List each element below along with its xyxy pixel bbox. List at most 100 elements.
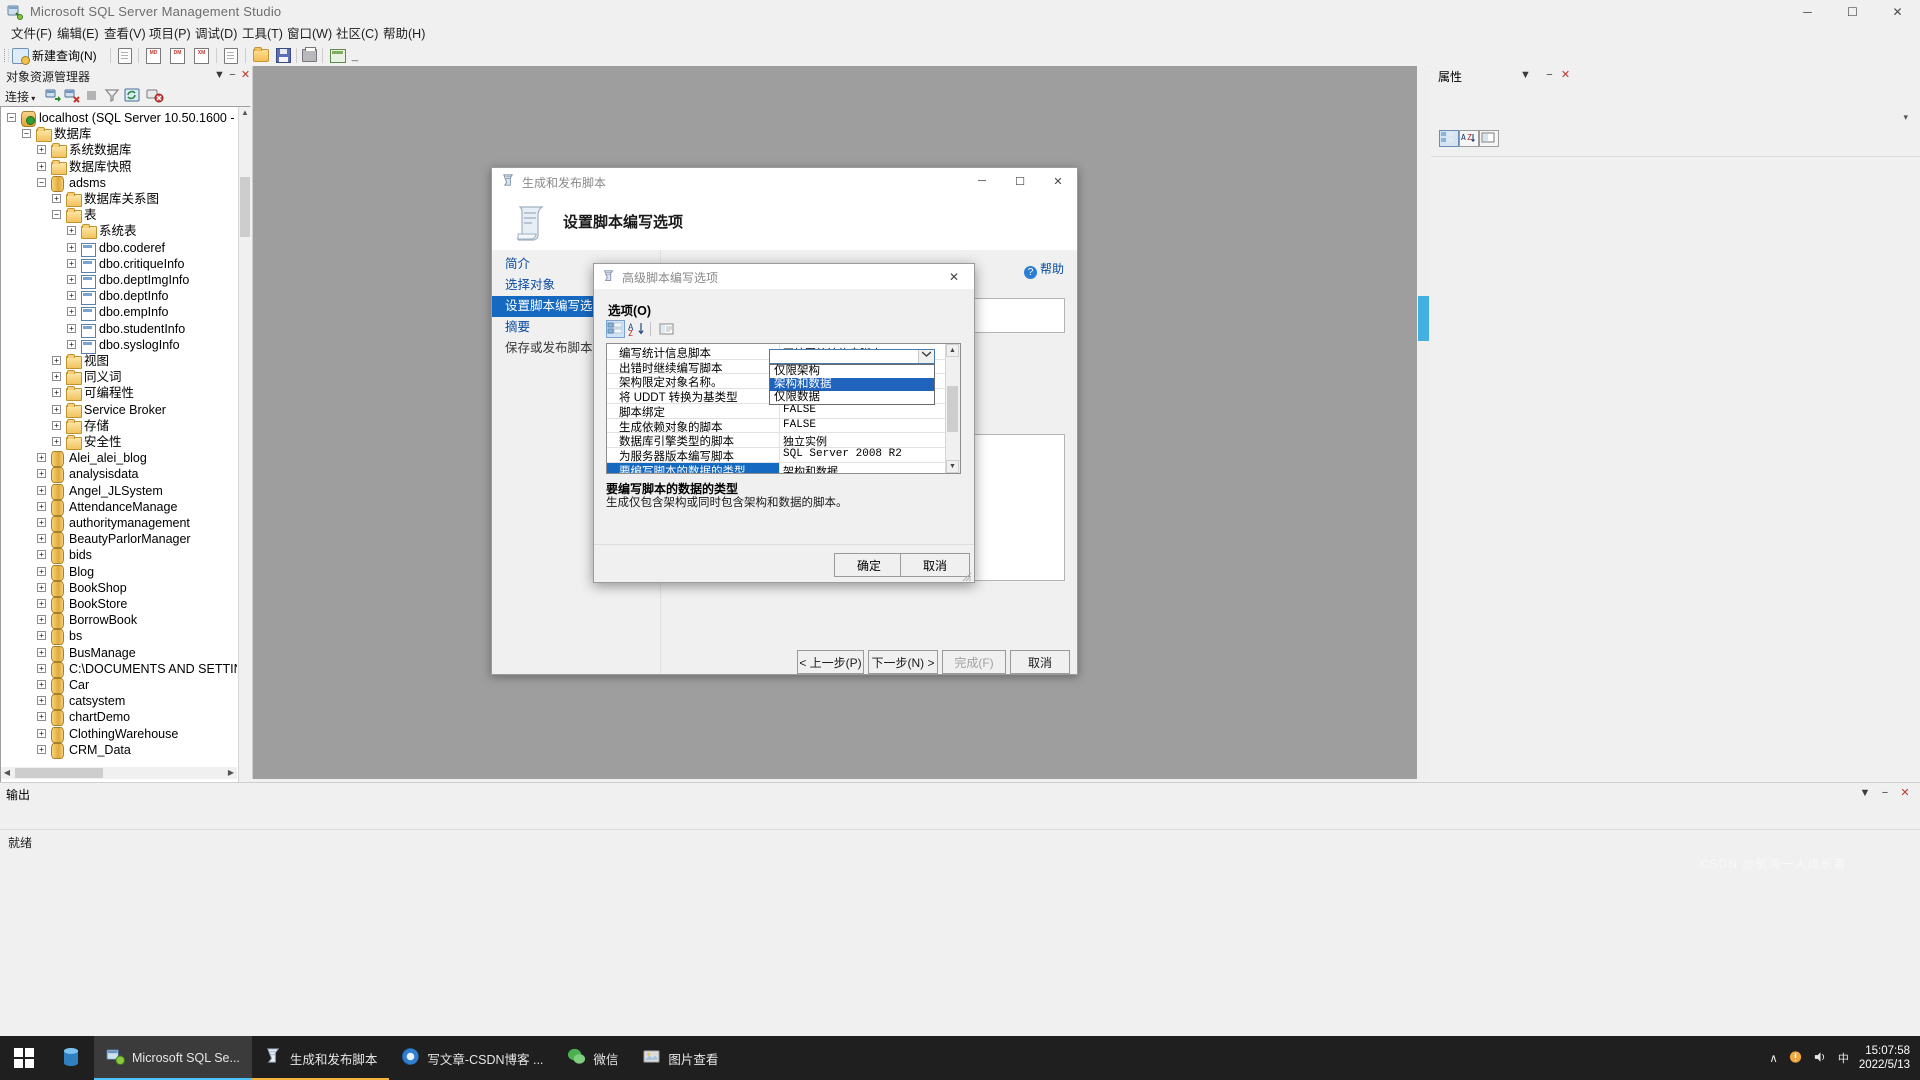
tray-chevron-icon[interactable]: ∧ (1769, 1051, 1777, 1065)
grid-scroll-up-arrow[interactable]: ▲ (946, 344, 959, 357)
tree-expand-icon[interactable]: + (67, 291, 76, 300)
tree-expand-icon[interactable]: + (67, 307, 76, 316)
start-button[interactable] (0, 1036, 48, 1080)
menu-project[interactable]: 项目(P) (146, 24, 194, 44)
oe-vertical-scrollbar[interactable]: ▲ ▼ (238, 107, 251, 821)
menu-tools[interactable]: 工具(T) (239, 24, 286, 44)
properties-close-icon[interactable]: ✕ (1559, 69, 1572, 82)
maximize-button[interactable]: ☐ (1830, 0, 1875, 24)
tree-expand-icon[interactable]: + (37, 453, 46, 462)
menu-view[interactable]: 查看(V) (101, 24, 149, 44)
output-pin-icon[interactable]: − (1878, 787, 1892, 801)
wizard-minimize-button[interactable]: ─ (963, 168, 1001, 194)
object-explorer-dropdown-icon[interactable]: ▼ (213, 69, 226, 82)
menu-window[interactable]: 窗口(W) (284, 24, 335, 44)
tree-collapse-icon[interactable]: − (22, 129, 31, 138)
new-query-button[interactable]: 新建查询(N) (12, 47, 97, 64)
advanced-cancel-button[interactable]: 取消 (900, 553, 970, 577)
wizard-maximize-button[interactable]: ☐ (1001, 168, 1039, 194)
categorized-view-icon[interactable] (606, 320, 625, 338)
open-file-button[interactable] (253, 47, 269, 64)
tree-expand-icon[interactable]: + (37, 729, 46, 738)
advanced-ok-button[interactable]: 确定 (834, 553, 904, 577)
taskbar-item-sqlserver[interactable] (48, 1036, 94, 1080)
print-button[interactable] (302, 47, 317, 64)
tree-collapse-icon[interactable]: − (37, 178, 46, 187)
oe-hscroll-thumb[interactable] (15, 768, 103, 778)
close-button[interactable]: ✕ (1875, 0, 1920, 24)
output-dropdown-icon[interactable]: ▼ (1858, 787, 1872, 801)
dropdown-option-data-only[interactable]: 仅限数据 (770, 391, 934, 404)
connect-icon[interactable] (45, 87, 62, 103)
volume-icon[interactable] (1813, 1050, 1828, 1067)
menu-help[interactable]: 帮助(H) (380, 24, 428, 44)
disconnect-icon[interactable] (64, 87, 81, 103)
object-explorer-tree[interactable]: −localhost (SQL Server 10.50.1600 - WUSH… (1, 107, 237, 820)
tree-expand-icon[interactable]: + (37, 664, 46, 673)
alphabetical-icon[interactable]: AZ (1459, 130, 1479, 147)
dropdown-option-schema-only[interactable]: 仅限架构 (770, 365, 934, 378)
xmla-query-button[interactable]: XM (194, 47, 209, 64)
toolbar-grip[interactable] (4, 49, 9, 62)
grid-row-selected[interactable]: 要编写脚本的数据的类型 架构和数据 (607, 463, 948, 474)
tree-expand-icon[interactable]: + (37, 631, 46, 640)
object-explorer-close-icon[interactable]: ✕ (239, 69, 252, 82)
tree-expand-icon[interactable]: + (37, 145, 46, 154)
dropdown-option-schema-and-data[interactable]: 架构和数据 (770, 378, 934, 391)
taskbar-item-wechat[interactable]: 微信 (555, 1036, 630, 1080)
tree-collapse-icon[interactable]: − (7, 113, 16, 122)
grid-button[interactable] (330, 47, 346, 64)
tree-expand-icon[interactable]: + (67, 275, 76, 284)
tree-expand-icon[interactable]: + (67, 340, 76, 349)
resize-grip[interactable] (962, 571, 972, 581)
wizard-next-button[interactable]: 下一步(N) > (868, 650, 938, 674)
mdx-query-button[interactable]: MD (146, 47, 161, 64)
stop-icon[interactable] (84, 87, 101, 103)
wizard-cancel-button[interactable]: 取消 (1010, 650, 1070, 674)
tree-expand-icon[interactable]: + (37, 696, 46, 705)
wizard-close-button[interactable]: ✕ (1039, 168, 1077, 194)
grid-row[interactable]: 生成依赖对象的脚本 FALSE (607, 419, 948, 433)
advanced-dialog-close-button[interactable]: ✕ (934, 264, 974, 289)
grid-scroll-thumb[interactable] (947, 386, 958, 432)
tree-expand-icon[interactable]: + (37, 518, 46, 527)
grid-scrollbar[interactable]: ▲ ▼ (945, 344, 960, 473)
tree-expand-icon[interactable]: + (52, 194, 61, 203)
chevron-down-icon[interactable] (918, 350, 934, 363)
tree-expand-icon[interactable]: + (52, 356, 61, 365)
tree-expand-icon[interactable]: + (37, 486, 46, 495)
tree-expand-icon[interactable]: + (52, 437, 61, 446)
tree-expand-icon[interactable]: + (37, 469, 46, 478)
oe-scroll-right-arrow[interactable]: ▶ (225, 767, 237, 779)
taskbar-item-photos[interactable]: 图片查看 (630, 1036, 730, 1080)
analysis-query-button[interactable] (224, 47, 238, 64)
oe-scroll-thumb[interactable] (240, 177, 250, 237)
menu-edit[interactable]: 编辑(E) (54, 24, 102, 44)
oe-scroll-left-arrow[interactable]: ◀ (1, 767, 13, 779)
object-explorer-pin-icon[interactable]: − (226, 69, 239, 82)
wizard-help-link[interactable]: ?帮助 (1024, 260, 1064, 279)
data-type-combobox[interactable] (769, 349, 935, 364)
menu-file[interactable]: 文件(F) (8, 24, 55, 44)
tree-expand-icon[interactable]: + (67, 226, 76, 235)
output-close-icon[interactable]: ✕ (1898, 787, 1912, 801)
document-scroll-thumb[interactable] (1418, 296, 1429, 341)
alphabetical-sort-icon[interactable]: AZ (627, 320, 646, 338)
menu-debug[interactable]: 调试(D) (192, 24, 240, 44)
save-button[interactable] (276, 47, 291, 64)
dmx-query-button[interactable]: DM (170, 47, 185, 64)
tree-expand-icon[interactable]: + (37, 599, 46, 608)
tree-expand-icon[interactable]: + (37, 534, 46, 543)
document-scrollbar[interactable] (1417, 66, 1430, 779)
tree-expand-icon[interactable]: + (37, 583, 46, 592)
grid-row[interactable]: 脚本绑定 FALSE (607, 404, 948, 418)
data-type-dropdown-list[interactable]: 仅限架构 架构和数据 仅限数据 (769, 364, 935, 405)
tree-expand-icon[interactable]: + (37, 712, 46, 721)
oe-scroll-up-arrow[interactable]: ▲ (239, 107, 251, 119)
new-file-button[interactable] (118, 47, 132, 64)
tree-expand-icon[interactable]: + (37, 648, 46, 657)
tree-expand-icon[interactable]: + (67, 243, 76, 252)
connect-dropdown-button[interactable]: 连接 ▾ (5, 88, 35, 105)
property-pages-icon[interactable] (657, 320, 676, 338)
tree-expand-icon[interactable]: + (37, 502, 46, 511)
